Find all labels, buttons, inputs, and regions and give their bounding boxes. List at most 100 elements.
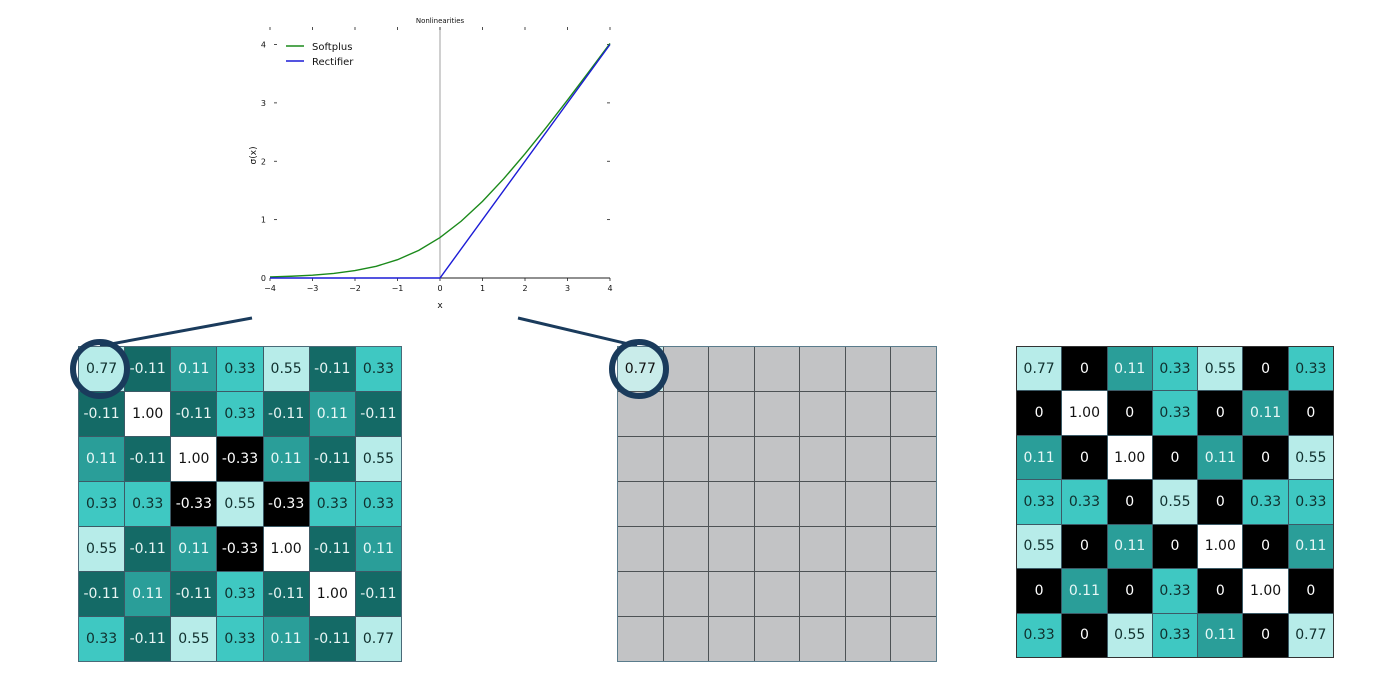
grid-cell [845,617,891,661]
grid-cell [709,482,754,526]
x-tick-label: 2 [522,284,527,293]
grid-cell: 0.33 [217,392,263,436]
grid-cell [709,392,754,436]
grid-cell: 0.55 [171,617,217,661]
grid-cell: 0.11 [263,437,309,481]
grid-cell [800,347,845,391]
chart-title: Nonlinearities [416,17,465,25]
grid-cell: 0.55 [79,527,125,571]
grid-cell: 0 [1107,480,1152,524]
grid-cell: 0.33 [125,482,171,526]
grid-cell: 0.33 [1152,613,1198,657]
grid-cell: 0.77 [1288,613,1333,657]
grid-cell [663,482,709,526]
grid-cell [800,392,845,436]
grid-cell: 0 [1288,569,1333,613]
grid-cell: -0.11 [355,392,401,436]
grid-cell: 0 [1062,347,1107,391]
grid-cell: 0 [1198,480,1243,524]
grid-cell: 0.11 [355,527,401,571]
grid-cell: -0.11 [125,527,171,571]
grid-cell: 0.11 [1198,613,1243,657]
grid-cell: 0 [1107,569,1152,613]
grid-cell: -0.11 [171,572,217,616]
grid-cell: 0 [1152,435,1198,480]
grid-cell [845,392,891,436]
grid-cell [754,482,800,526]
grid-cell [891,437,936,481]
grid-cell: 0 [1288,391,1333,435]
grid-cell: 0.33 [1152,347,1198,391]
x-tick-label: −4 [264,284,276,293]
grid-cell: 0.33 [79,617,125,661]
grid-cell: 0.11 [1288,524,1333,569]
grid-cell: 0 [1107,391,1152,435]
grid-cell: 0 [1152,524,1198,569]
grid-cell: 0.33 [217,572,263,616]
grid-cell: -0.11 [263,392,309,436]
grid-cell: 0 [1198,569,1243,613]
grid-cell [618,617,663,661]
grid-cell: 0.11 [1107,347,1152,391]
relu-output-feature-map-grid: 0.77 0 0.11 0.33 0.55 0 0.33 0 1.00 0 0.33 0 0.11 0 0.… [1016,346,1334,658]
grid-cell [709,347,754,391]
x-tick-label: −3 [307,284,319,293]
grid-cell [845,347,891,391]
grid-cell: 0.11 [1017,435,1062,480]
grid-cell: -0.33 [217,437,263,481]
grid-cell: 0.11 [125,572,171,616]
grid-cell [754,572,800,616]
grid-cell: 0.55 [1017,524,1062,569]
x-tick-label: 1 [480,284,485,293]
y-tick-label: 4 [261,41,266,50]
grid-cell: 1.00 [1243,569,1288,613]
grid-cell: 0.33 [1288,347,1333,391]
grid-cell: 0.33 [1017,480,1062,524]
grid-cell: 0 [1243,524,1288,569]
grid-cell: 0.33 [1152,391,1198,435]
grid-cell: -0.11 [125,347,171,391]
grid-cell: 0.11 [1062,569,1107,613]
y-tick-label: 0 [261,274,266,283]
grid-cell [618,437,663,481]
grid-cell: -0.11 [355,572,401,616]
grid-cell [845,527,891,571]
grid-cell [618,527,663,571]
grid-cell [891,347,936,391]
grid-cell: 0.11 [171,347,217,391]
grid-cell: 0.11 [263,617,309,661]
grid-cell: 0.11 [171,527,217,571]
grid-cell: 0.77 [355,617,401,661]
grid-cell: -0.11 [309,527,355,571]
grid-cell: 0.55 [1152,480,1198,524]
grid-cell: 0.33 [355,482,401,526]
grid-cell: -0.11 [79,572,125,616]
grid-cell [709,572,754,616]
grid-cell: -0.11 [309,437,355,481]
x-tick-label: 3 [565,284,570,293]
grid-cell [709,527,754,571]
grid-cell: 0.55 [1107,613,1152,657]
grid-cell: 0.11 [309,392,355,436]
grid-cell: 0.33 [217,617,263,661]
grid-cell [663,437,709,481]
x-axis-label: x [437,301,443,311]
grid-cell [663,392,709,436]
x-tick-label: −2 [349,284,361,293]
grid-cell [618,572,663,616]
grid-cell: 0.55 [217,482,263,526]
grid-cell: 0.11 [1107,524,1152,569]
grid-cell: 0.33 [79,482,125,526]
grid-cell: -0.11 [79,392,125,436]
grid-cell: 0.11 [79,437,125,481]
nonlinearities-chart: Nonlinearities −4 −3 −2 −1 0 1 2 3 4 0 1 2 3 4 x σ(x) Sof… [249,17,613,311]
grid-cell: 0 [1062,613,1107,657]
grid-cell: -0.33 [263,482,309,526]
grid-cell [891,572,936,616]
grid-cell [800,482,845,526]
grid-cell [891,617,936,661]
grid-cell [754,617,800,661]
legend-label-softplus: Softplus [312,42,352,53]
grid-cell: 0 [1243,613,1288,657]
grid-cell [800,572,845,616]
